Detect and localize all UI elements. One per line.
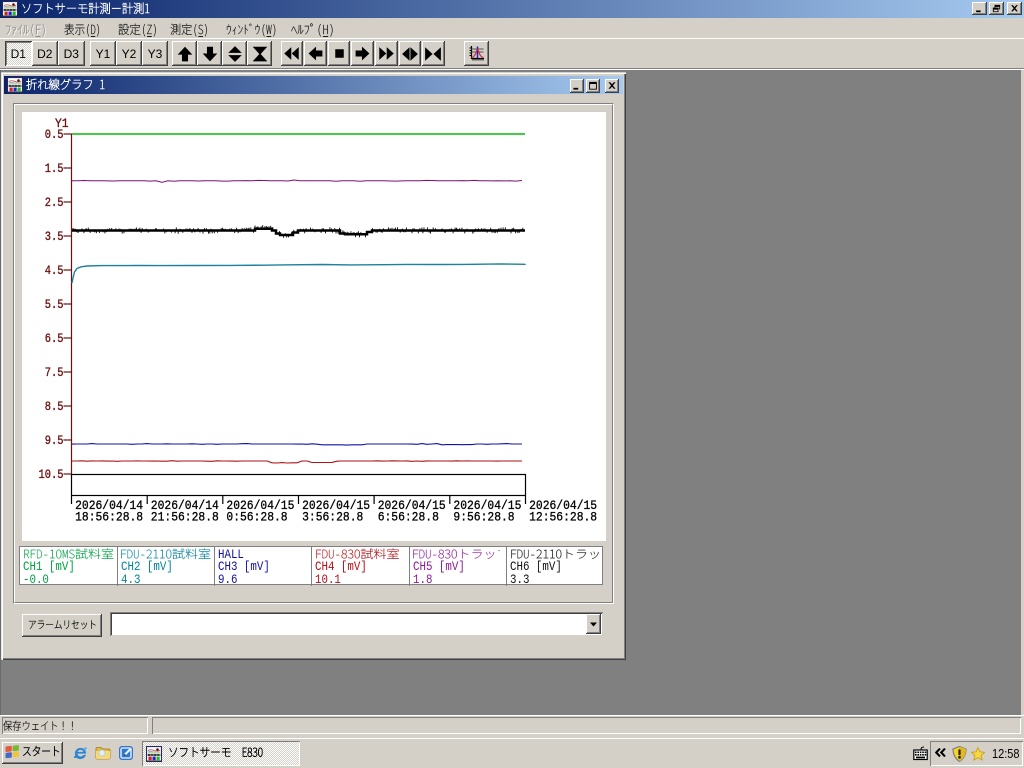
svg-text:2.5: 2.5 (45, 195, 64, 210)
svg-text:3.5: 3.5 (45, 229, 64, 244)
svg-text:18:56:28.8: 18:56:28.8 (75, 509, 143, 524)
svg-text:12:56:28.8: 12:56:28.8 (529, 509, 597, 524)
svg-text:5.5: 5.5 (45, 297, 64, 312)
svg-text:0:56:28.8: 0:56:28.8 (226, 509, 287, 524)
svg-text:9:56:28.8: 9:56:28.8 (453, 509, 514, 524)
svg-text:7.5: 7.5 (45, 365, 64, 380)
svg-text:8.5: 8.5 (45, 399, 64, 414)
svg-text:6.5: 6.5 (45, 331, 64, 346)
svg-text:10.5: 10.5 (39, 467, 64, 482)
svg-text:3:56:28.8: 3:56:28.8 (302, 509, 363, 524)
svg-text:21:56:28.8: 21:56:28.8 (151, 509, 219, 524)
svg-text:4.5: 4.5 (45, 263, 64, 278)
svg-text:1.5: 1.5 (45, 161, 64, 176)
svg-text:6:56:28.8: 6:56:28.8 (378, 509, 439, 524)
svg-text:9.5: 9.5 (45, 433, 64, 448)
svg-text:Y1: Y1 (55, 116, 69, 131)
